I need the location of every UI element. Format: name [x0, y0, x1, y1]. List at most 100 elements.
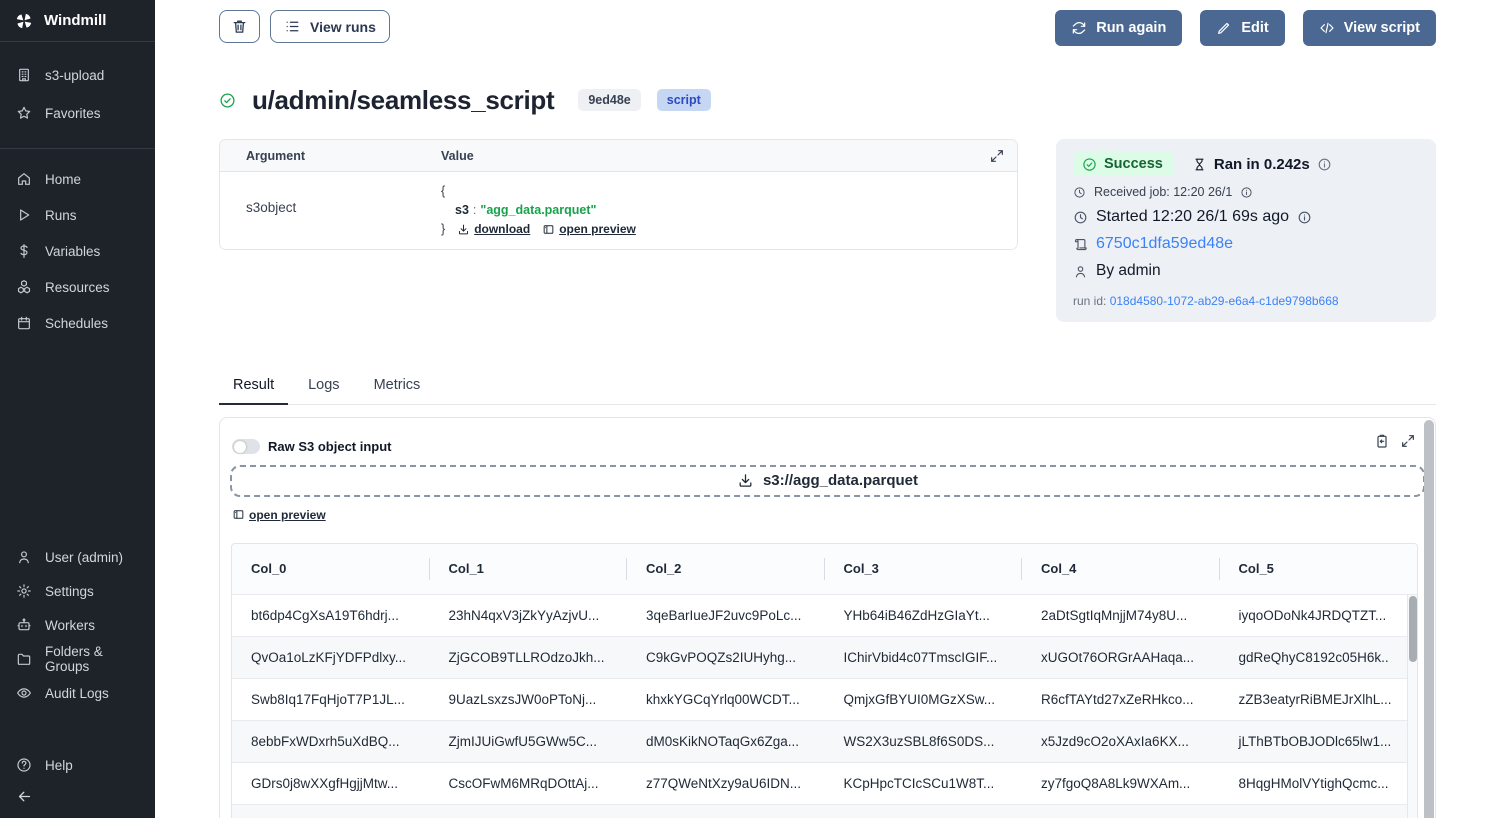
column-header: Col_5: [1220, 544, 1418, 594]
table-cell: bt6dp4CgXsA19T6hdrj...: [232, 594, 430, 636]
clock-icon: [1073, 210, 1088, 225]
table-row: GDrs0j8wXXgfHgjjMtw... CscOFwM6MRqDOttAj…: [232, 762, 1417, 804]
sidebar-item-label: Schedules: [45, 316, 108, 331]
brand[interactable]: Windmill: [0, 0, 155, 42]
sidebar-item-label: s3-upload: [45, 68, 104, 83]
person-icon: [1073, 264, 1088, 279]
sidebar-bottom-group: User (admin) Settings Workers Folders & …: [0, 540, 155, 818]
hash-badge: 9ed48e: [578, 89, 640, 111]
delete-run-button[interactable]: [219, 10, 260, 43]
table-scrollbar-thumb[interactable]: [1409, 596, 1417, 662]
copy-icon[interactable]: [1374, 433, 1390, 449]
sidebar-workspace-group: s3-upload Favorites: [0, 42, 155, 148]
table-cell: WS2X3uzSBL8f6S0DS...: [825, 720, 1023, 762]
table-cell: Swb8Iq17FqHjoT7P1JL...: [232, 678, 430, 720]
sidebar-item-folders-groups[interactable]: Folders & Groups: [0, 642, 155, 676]
job-id-line: 6750c1dfa59ed48e: [1073, 235, 1419, 253]
argument-value: { s3:"agg_data.parquet" } download: [441, 172, 636, 249]
toolbar: View runs Run again Edit View script: [219, 10, 1436, 46]
result-panel: Raw S3 object input s3://agg_data.parque…: [219, 417, 1436, 818]
author-line: By admin: [1073, 262, 1419, 280]
sidebar-item-runs[interactable]: Runs: [0, 197, 155, 233]
brand-name: Windmill: [44, 12, 106, 29]
tab-metrics[interactable]: Metrics: [360, 377, 435, 404]
table-cell: iyqoODoNk4JRDQTZT...: [1220, 594, 1418, 636]
run-id-line: run id: 018d4580-1072-ab29-e6a4-c1de9798…: [1073, 294, 1419, 308]
home-icon: [16, 171, 32, 187]
star-icon: [16, 105, 32, 121]
table-cell: jLThBTbOBJODlc65lw1...: [1220, 720, 1418, 762]
question-circle-icon: [16, 757, 32, 773]
s3-file-download-button[interactable]: s3://agg_data.parquet: [230, 465, 1425, 497]
value-column-header: Value: [441, 149, 474, 163]
check-circle-icon: [219, 92, 236, 109]
table-cell: QvOa1oLzKFjYDFPdlxy...: [232, 636, 430, 678]
table-cell: ZjGCOB9TLLROdzoJkh...: [430, 636, 628, 678]
table-row: [232, 804, 1417, 818]
job-id-link[interactable]: 6750c1dfa59ed48e: [1096, 235, 1233, 253]
started-line: Started 12:20 26/1 69s ago: [1073, 208, 1419, 226]
view-runs-button[interactable]: View runs: [270, 10, 390, 43]
hourglass-icon: [1192, 157, 1207, 172]
info-icon[interactable]: [1317, 157, 1332, 172]
table-cell: x5Jzd9cO2oXAxIa6KX...: [1022, 720, 1220, 762]
table-cell: 8HqgHMolVYtighQcmc...: [1220, 762, 1418, 804]
table-cell: z77QWeNtXzy9aU6IDN...: [627, 762, 825, 804]
open-preview-link[interactable]: open preview: [232, 508, 326, 522]
run-again-button[interactable]: Run again: [1055, 10, 1182, 46]
expand-icon[interactable]: [1400, 433, 1416, 449]
argument-name: s3object: [220, 172, 441, 249]
sidebar-item-help[interactable]: Help: [0, 748, 155, 782]
table-scrollbar[interactable]: [1407, 595, 1417, 818]
sidebar-collapse: [0, 782, 155, 812]
list-icon: [284, 18, 301, 35]
download-link[interactable]: download: [457, 220, 530, 239]
sidebar-item-schedules[interactable]: Schedules: [0, 305, 155, 341]
info-icon[interactable]: [1297, 210, 1312, 225]
raw-s3-toggle[interactable]: [232, 439, 260, 454]
table-cell: 3qeBarIueJF2uvc9PoLc...: [627, 594, 825, 636]
table-cell: KCpHpcTCIcSCu1W8T...: [825, 762, 1023, 804]
download-icon: [737, 472, 754, 489]
table-cell: GDrs0j8wXXgfHgjjMtw...: [232, 762, 430, 804]
clock-icon: [1073, 186, 1086, 199]
sidebar-item-settings[interactable]: Settings: [0, 574, 155, 608]
table-cell: 8ebbFxWDxrh5uXdBQ...: [232, 720, 430, 762]
sidebar-item-audit-logs[interactable]: Audit Logs: [0, 676, 155, 710]
sidebar-item-home[interactable]: Home: [0, 161, 155, 197]
sidebar: Windmill s3-upload Favorites Home Runs: [0, 0, 155, 818]
info-icon[interactable]: [1240, 186, 1253, 199]
panel-scrollbar[interactable]: [1424, 420, 1434, 818]
tab-result[interactable]: Result: [219, 377, 288, 405]
code-icon: [1319, 20, 1335, 36]
sidebar-item-workers[interactable]: Workers: [0, 608, 155, 642]
arrow-left-icon[interactable]: [16, 788, 33, 805]
sidebar-item-user[interactable]: User (admin): [0, 540, 155, 574]
view-script-button[interactable]: View script: [1303, 10, 1436, 46]
download-icon: [457, 223, 470, 236]
sidebar-item-label: Resources: [45, 280, 110, 295]
json-key: s3: [455, 203, 469, 217]
edit-button[interactable]: Edit: [1200, 10, 1284, 46]
run-id-link[interactable]: 018d4580-1072-ab29-e6a4-c1de9798b668: [1110, 294, 1339, 308]
windmill-logo-icon: [14, 11, 34, 31]
table-cell: 9UazLsxzsJW0oPToNj...: [430, 678, 628, 720]
open-preview-link[interactable]: open preview: [542, 220, 636, 239]
tab-logs[interactable]: Logs: [294, 377, 353, 404]
sidebar-item-variables[interactable]: Variables: [0, 233, 155, 269]
table-cell: gdReQhyC8192c05H6k..: [1220, 636, 1418, 678]
sidebar-item-favorites[interactable]: Favorites: [0, 94, 155, 132]
expand-icon[interactable]: [989, 148, 1005, 164]
table-cell: 2aDtSgtIqMnjjM74y8U...: [1022, 594, 1220, 636]
trash-icon: [231, 18, 248, 35]
sidebar-item-label: Audit Logs: [45, 686, 109, 701]
sidebar-item-resources[interactable]: Resources: [0, 269, 155, 305]
table-cell: dM0sKikNOTaqGx6Zga...: [627, 720, 825, 762]
table-cell: YHb64iB46ZdHzGIaYt...: [825, 594, 1023, 636]
sidebar-item-s3-upload[interactable]: s3-upload: [0, 56, 155, 94]
sidebar-item-label: Favorites: [45, 106, 101, 121]
json-value: "agg_data.parquet": [480, 203, 596, 217]
column-header: Col_4: [1022, 544, 1220, 594]
column-header: Col_3: [825, 544, 1023, 594]
page-title: u/admin/seamless_script: [252, 85, 554, 116]
